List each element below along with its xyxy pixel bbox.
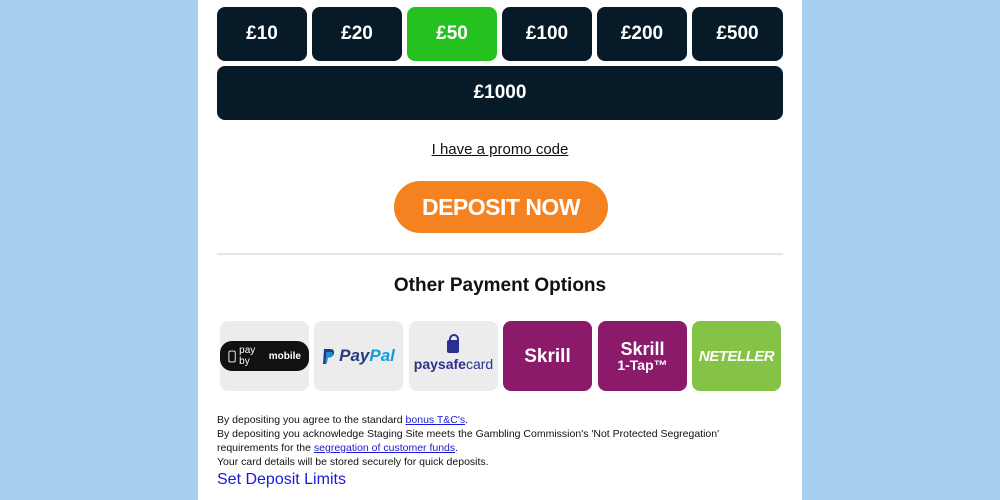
pay-by-mobile-option[interactable]: pay by mobile bbox=[220, 321, 309, 391]
amount-button-1000[interactable]: £1000 bbox=[217, 66, 783, 120]
paypal-option[interactable]: Pay Pal bbox=[314, 321, 403, 391]
amount-button-20[interactable]: £20 bbox=[312, 7, 402, 61]
amount-button-500[interactable]: £500 bbox=[692, 7, 783, 61]
skrill-option[interactable]: Skrill bbox=[503, 321, 592, 391]
amount-button-10[interactable]: £10 bbox=[217, 7, 307, 61]
paysafecard-option[interactable]: paysafecard bbox=[409, 321, 498, 391]
neteller-option[interactable]: NETELLER bbox=[692, 321, 781, 391]
other-payment-title: Other Payment Options bbox=[393, 275, 607, 296]
divider bbox=[217, 253, 783, 255]
skrill-1tap-option[interactable]: Skrill 1-Tap™ bbox=[598, 321, 687, 391]
paysafecard-logo: paysafecard bbox=[414, 334, 493, 372]
lock-icon bbox=[447, 334, 460, 353]
promo-code-link[interactable]: I have a promo code bbox=[198, 141, 802, 158]
legal-text: By depositing you agree to the standard … bbox=[217, 414, 720, 468]
paypal-logo: Pay Pal bbox=[322, 346, 395, 366]
pay-by-mobile-logo: pay by mobile bbox=[220, 341, 309, 371]
deposit-now-button[interactable]: DEPOSIT NOW bbox=[394, 181, 608, 233]
segregation-link[interactable]: segregation of customer funds bbox=[314, 442, 455, 454]
bonus-tcs-link[interactable]: bonus T&C's bbox=[406, 414, 466, 426]
phone-icon bbox=[228, 350, 236, 362]
skrill-1tap-logo: Skrill 1-Tap™ bbox=[617, 339, 668, 373]
set-deposit-limits-link[interactable]: Set Deposit Limits bbox=[217, 471, 346, 489]
deposit-panel: £10 £20 £50 £100 £200 £500 £1000 I have … bbox=[198, 0, 802, 500]
skrill-logo: Skrill bbox=[524, 345, 571, 367]
amount-button-100[interactable]: £100 bbox=[502, 7, 592, 61]
amount-button-50[interactable]: £50 bbox=[407, 7, 497, 61]
amount-button-200[interactable]: £200 bbox=[597, 7, 687, 61]
paypal-icon bbox=[323, 348, 335, 364]
neteller-logo: NETELLER bbox=[698, 347, 775, 365]
